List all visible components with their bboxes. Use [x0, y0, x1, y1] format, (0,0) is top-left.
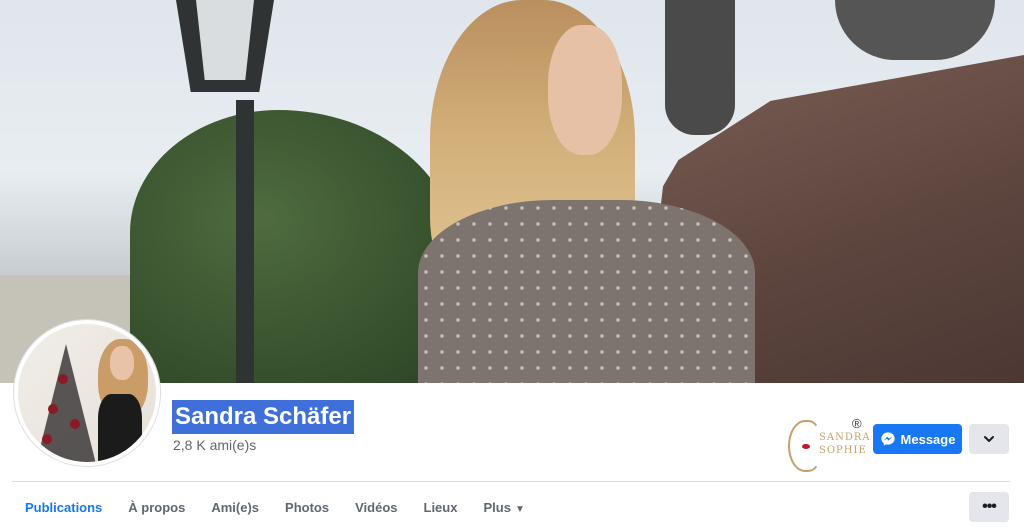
friends-count[interactable]: 2,8 K ami(e)s [173, 437, 256, 453]
profile-name[interactable]: Sandra Schäfer [172, 400, 355, 434]
tab-publications[interactable]: Publications [12, 490, 115, 525]
message-button-label: Message [900, 431, 956, 447]
ellipsis-icon: ••• [982, 498, 997, 515]
cover-statue-base [835, 0, 995, 60]
avatar-ornament [42, 434, 52, 444]
tab-label: Publications [25, 500, 103, 515]
cover-lamp-glass [196, 0, 254, 80]
tab-label: À propos [128, 500, 186, 515]
tab-label: Ami(e)s [211, 500, 260, 515]
cover-statue [665, 0, 735, 135]
brand-logo: SANDRA SOPHIE ® [786, 416, 870, 472]
messenger-icon [880, 432, 895, 446]
tab-about[interactable]: À propos [115, 490, 198, 525]
cover-woman-dress [418, 200, 755, 383]
tab-label: Photos [285, 500, 330, 515]
avatar-ornament [48, 404, 58, 414]
divider [12, 481, 1010, 482]
tab-places[interactable]: Lieux [411, 490, 471, 525]
avatar-ornament [70, 419, 80, 429]
cover-trees [130, 110, 460, 383]
logo-text-line2: SOPHIE [819, 445, 867, 456]
profile-avatar[interactable] [14, 320, 160, 466]
avatar-person-face [110, 346, 134, 380]
tab-more[interactable]: Plus ▼ [470, 490, 537, 525]
logo-text-line1: SANDRA [819, 432, 871, 443]
avatar-person-body [98, 394, 142, 462]
cover-woman-face [548, 25, 622, 155]
tab-videos[interactable]: Vidéos [342, 490, 410, 525]
tab-label: Vidéos [355, 500, 398, 515]
profile-dropdown-button[interactable] [969, 424, 1009, 454]
registered-mark: ® [852, 416, 862, 431]
more-options-button[interactable]: ••• [969, 492, 1009, 522]
tab-friends[interactable]: Ami(e)s [198, 490, 272, 525]
avatar-ornament [58, 374, 68, 384]
tab-label: Plus [483, 500, 511, 515]
cover-photo[interactable] [0, 0, 1024, 383]
cover-lamp-pole [236, 100, 254, 383]
tab-photos[interactable]: Photos [272, 490, 342, 525]
chevron-down-icon [984, 436, 994, 442]
avatar-tree [36, 344, 96, 462]
caret-down-icon: ▼ [514, 504, 525, 515]
tab-label: Lieux [423, 500, 458, 515]
message-button[interactable]: Message [873, 424, 962, 454]
profile-tabs: Publications À propos Ami(e)s Photos Vid… [12, 490, 538, 525]
logo-lips [802, 444, 810, 449]
